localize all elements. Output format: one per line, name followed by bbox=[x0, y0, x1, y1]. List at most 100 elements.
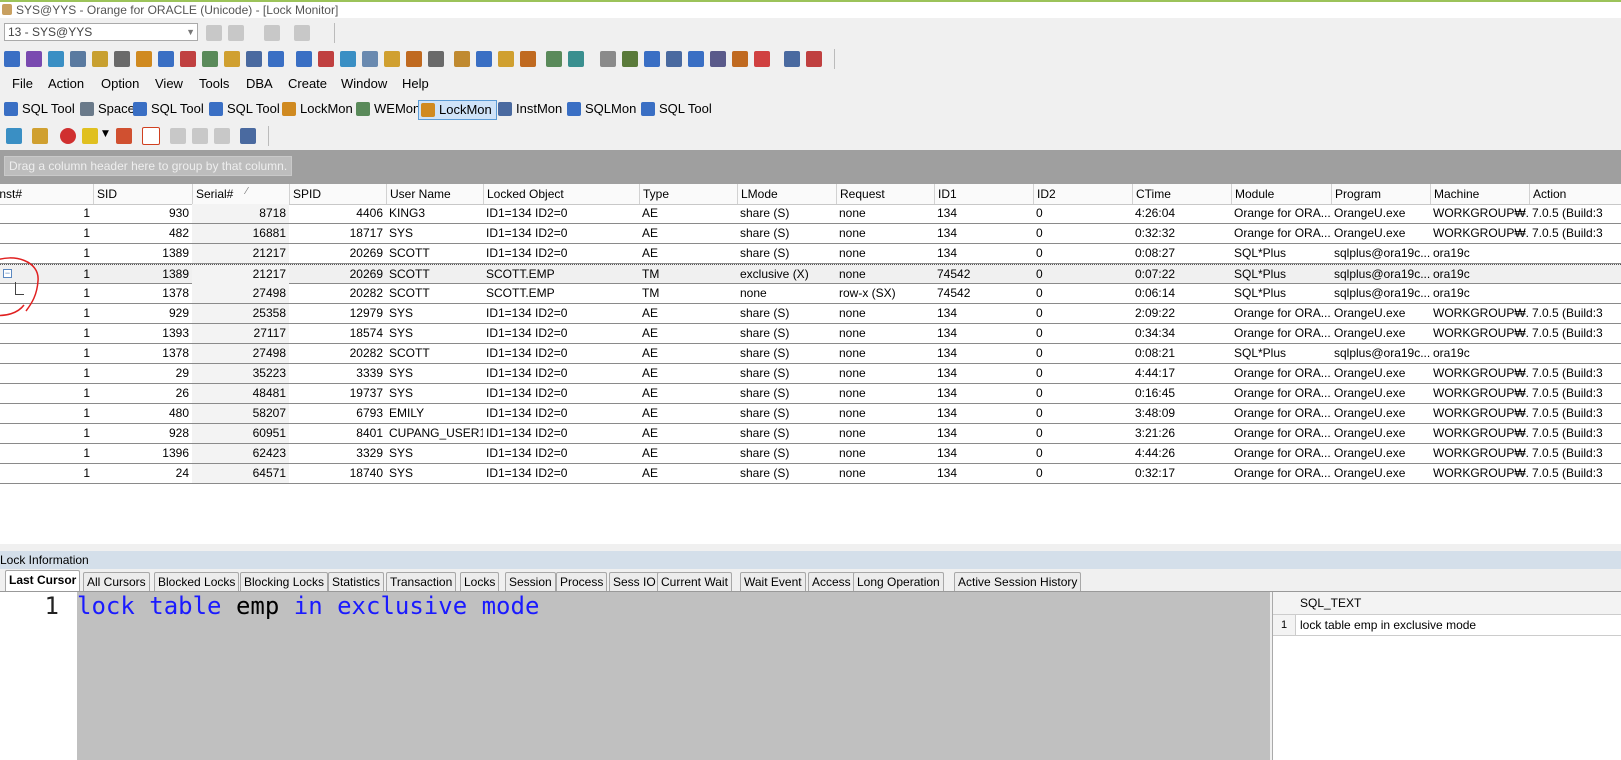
window-tab-sql-tool[interactable]: SQL Tool bbox=[131, 100, 208, 120]
menu-view[interactable]: View bbox=[155, 76, 183, 91]
plugin-disabled-icon[interactable] bbox=[228, 25, 244, 41]
table-row[interactable]: −1 1389 21217 20269 SCOTT SCOTT.EMP TM exclusiv… bbox=[0, 264, 1621, 284]
pl-sql-tool-icon[interactable] bbox=[26, 51, 42, 67]
network-icon[interactable] bbox=[644, 51, 660, 67]
highlight-icon[interactable] bbox=[82, 128, 98, 144]
window-tab-sql-tool[interactable]: SQL Tool bbox=[639, 100, 716, 120]
column-header-lmode[interactable]: LMode bbox=[737, 184, 836, 204]
table-editor-icon[interactable] bbox=[114, 51, 130, 67]
column-header-sid[interactable]: SID bbox=[93, 184, 192, 204]
report-icon[interactable] bbox=[688, 51, 704, 67]
grid-icon[interactable] bbox=[622, 51, 638, 67]
storage-icon[interactable] bbox=[246, 51, 262, 67]
plugin-icon[interactable] bbox=[206, 25, 222, 41]
align-icon[interactable] bbox=[754, 51, 770, 67]
sql-text-header[interactable]: SQL_TEXT bbox=[1273, 592, 1621, 615]
tab-blocked-locks[interactable]: Blocked Locks bbox=[154, 572, 240, 591]
tablespace-icon[interactable] bbox=[600, 51, 616, 67]
editor-code[interactable]: lock table emp in exclusive mode bbox=[77, 592, 1270, 760]
toolbar-grip[interactable] bbox=[330, 23, 335, 43]
table-row[interactable]: 1 24 64571 18740 SYS ID1=134 ID2=0 AE share (S)… bbox=[0, 464, 1621, 484]
session-icon[interactable] bbox=[362, 51, 378, 67]
menu-option[interactable]: Option bbox=[101, 76, 139, 91]
column-header-program[interactable]: Program bbox=[1331, 184, 1430, 204]
tab-blocking-locks[interactable]: Blocking Locks bbox=[240, 572, 329, 591]
export-icon[interactable] bbox=[158, 51, 174, 67]
column-header-action[interactable]: Action bbox=[1529, 184, 1621, 204]
stop-lock-icon[interactable] bbox=[116, 128, 132, 144]
menu-file[interactable]: File bbox=[12, 76, 33, 91]
column-header-ctime[interactable]: CTime bbox=[1132, 184, 1231, 204]
tab-process[interactable]: Process bbox=[556, 572, 608, 591]
app-icon[interactable] bbox=[2, 4, 12, 15]
window-tab-sqlmon[interactable]: SQLMon bbox=[565, 100, 640, 120]
download-icon[interactable] bbox=[476, 51, 492, 67]
lock-disabled-icon[interactable] bbox=[192, 128, 208, 144]
column-header-serial[interactable]: Serial# bbox=[192, 184, 289, 204]
column-header-id1[interactable]: ID1 bbox=[934, 184, 1033, 204]
up-arrow-icon[interactable] bbox=[454, 51, 470, 67]
window-tab-sql-tool[interactable]: SQL Tool bbox=[207, 100, 284, 120]
sql-text-row[interactable]: 1 lock table emp in exclusive mode bbox=[1273, 615, 1621, 636]
config-icon[interactable] bbox=[6, 128, 22, 144]
sql-tool-icon[interactable] bbox=[4, 51, 20, 67]
table-row[interactable]: 1 930 8718 4406 KING3 ID1=134 ID2=0 AE share (S… bbox=[0, 204, 1621, 224]
tab-access[interactable]: Access bbox=[808, 572, 855, 591]
table-row[interactable]: 1 480 58207 6793 EMILY ID1=134 ID2=0 AE share (… bbox=[0, 404, 1621, 424]
tab-wait-event[interactable]: Wait Event bbox=[740, 572, 806, 591]
monitor-icon[interactable] bbox=[784, 51, 800, 67]
database-refresh-icon[interactable] bbox=[32, 128, 48, 144]
toolbar-grip[interactable] bbox=[830, 49, 835, 69]
column-header-machine[interactable]: Machine bbox=[1430, 184, 1529, 204]
tab-statistics[interactable]: Statistics bbox=[328, 572, 385, 591]
schema-browser-icon[interactable] bbox=[70, 51, 86, 67]
tab-last-cursor[interactable]: Last Cursor bbox=[5, 570, 81, 591]
tab-sess-io[interactable]: Sess IO bbox=[609, 572, 660, 591]
object-icon[interactable] bbox=[180, 51, 196, 67]
menu-tools[interactable]: Tools bbox=[199, 76, 229, 91]
table-row[interactable]: 1 29 35223 3339 SYS ID1=134 ID2=0 AE share (S) n… bbox=[0, 364, 1621, 384]
calendar-icon[interactable] bbox=[710, 51, 726, 67]
column-header-request[interactable]: Request bbox=[836, 184, 934, 204]
column-header-module[interactable]: Module bbox=[1231, 184, 1331, 204]
copy-disabled-icon[interactable] bbox=[170, 128, 186, 144]
close-window-icon[interactable] bbox=[806, 51, 822, 67]
tab-session[interactable]: Session bbox=[505, 572, 556, 591]
window-tab-lockmon-active[interactable]: LockMon bbox=[418, 100, 497, 120]
menu-window[interactable]: Window bbox=[341, 76, 387, 91]
archive-icon[interactable] bbox=[520, 51, 536, 67]
column-header-inst[interactable]: Inst# bbox=[0, 184, 85, 204]
kill-session-icon[interactable] bbox=[60, 128, 76, 144]
column-header-type[interactable]: Type bbox=[639, 184, 737, 204]
sql-editor[interactable]: 1 lock table emp in exclusive mode bbox=[0, 592, 1270, 760]
table-row[interactable]: 1 1378 27498 20282 SCOTT ID1=134 ID2=0 AE share… bbox=[0, 344, 1621, 364]
tab-all-cursors[interactable]: All Cursors bbox=[83, 572, 150, 591]
log-icon[interactable] bbox=[666, 51, 682, 67]
unlock-disabled-icon[interactable] bbox=[214, 128, 230, 144]
window-tab-sql-tool[interactable]: SQL Tool bbox=[2, 100, 79, 120]
describe-icon[interactable] bbox=[202, 51, 218, 67]
gear-icon[interactable] bbox=[318, 51, 334, 67]
table-row[interactable]: 1 482 16881 18717 SYS ID1=134 ID2=0 AE share (S… bbox=[0, 224, 1621, 244]
tab-transaction[interactable]: Transaction bbox=[386, 572, 457, 591]
table-row[interactable]: 1 1389 21217 20269 SCOTT ID1=134 ID2=0 AE share… bbox=[0, 244, 1621, 264]
tab-current-wait[interactable]: Current Wait bbox=[657, 572, 732, 591]
group-by-panel[interactable]: Drag a column header here to group by th… bbox=[0, 150, 1621, 184]
tab-long-operation[interactable]: Long Operation bbox=[853, 572, 944, 591]
lock-monitor-icon[interactable] bbox=[384, 51, 400, 67]
user-icon[interactable] bbox=[224, 51, 240, 67]
checklist-icon[interactable] bbox=[732, 51, 748, 67]
menu-create[interactable]: Create bbox=[288, 76, 327, 91]
commit-icon[interactable] bbox=[264, 25, 280, 41]
ash-icon[interactable] bbox=[428, 51, 444, 67]
menu-action[interactable]: Action bbox=[48, 76, 84, 91]
window-tab-instmon[interactable]: InstMon bbox=[496, 100, 566, 120]
sql-monitor-icon[interactable] bbox=[296, 51, 312, 67]
window-tab-wemon[interactable]: WEMon bbox=[354, 100, 424, 120]
column-header-id2[interactable]: ID2 bbox=[1033, 184, 1132, 204]
clock-icon[interactable] bbox=[406, 51, 422, 67]
connection-select[interactable]: 13 - SYS@YYS ▼ bbox=[4, 23, 198, 41]
diff-icon[interactable] bbox=[568, 51, 584, 67]
properties-icon[interactable] bbox=[240, 128, 256, 144]
transfer-icon[interactable] bbox=[340, 51, 356, 67]
